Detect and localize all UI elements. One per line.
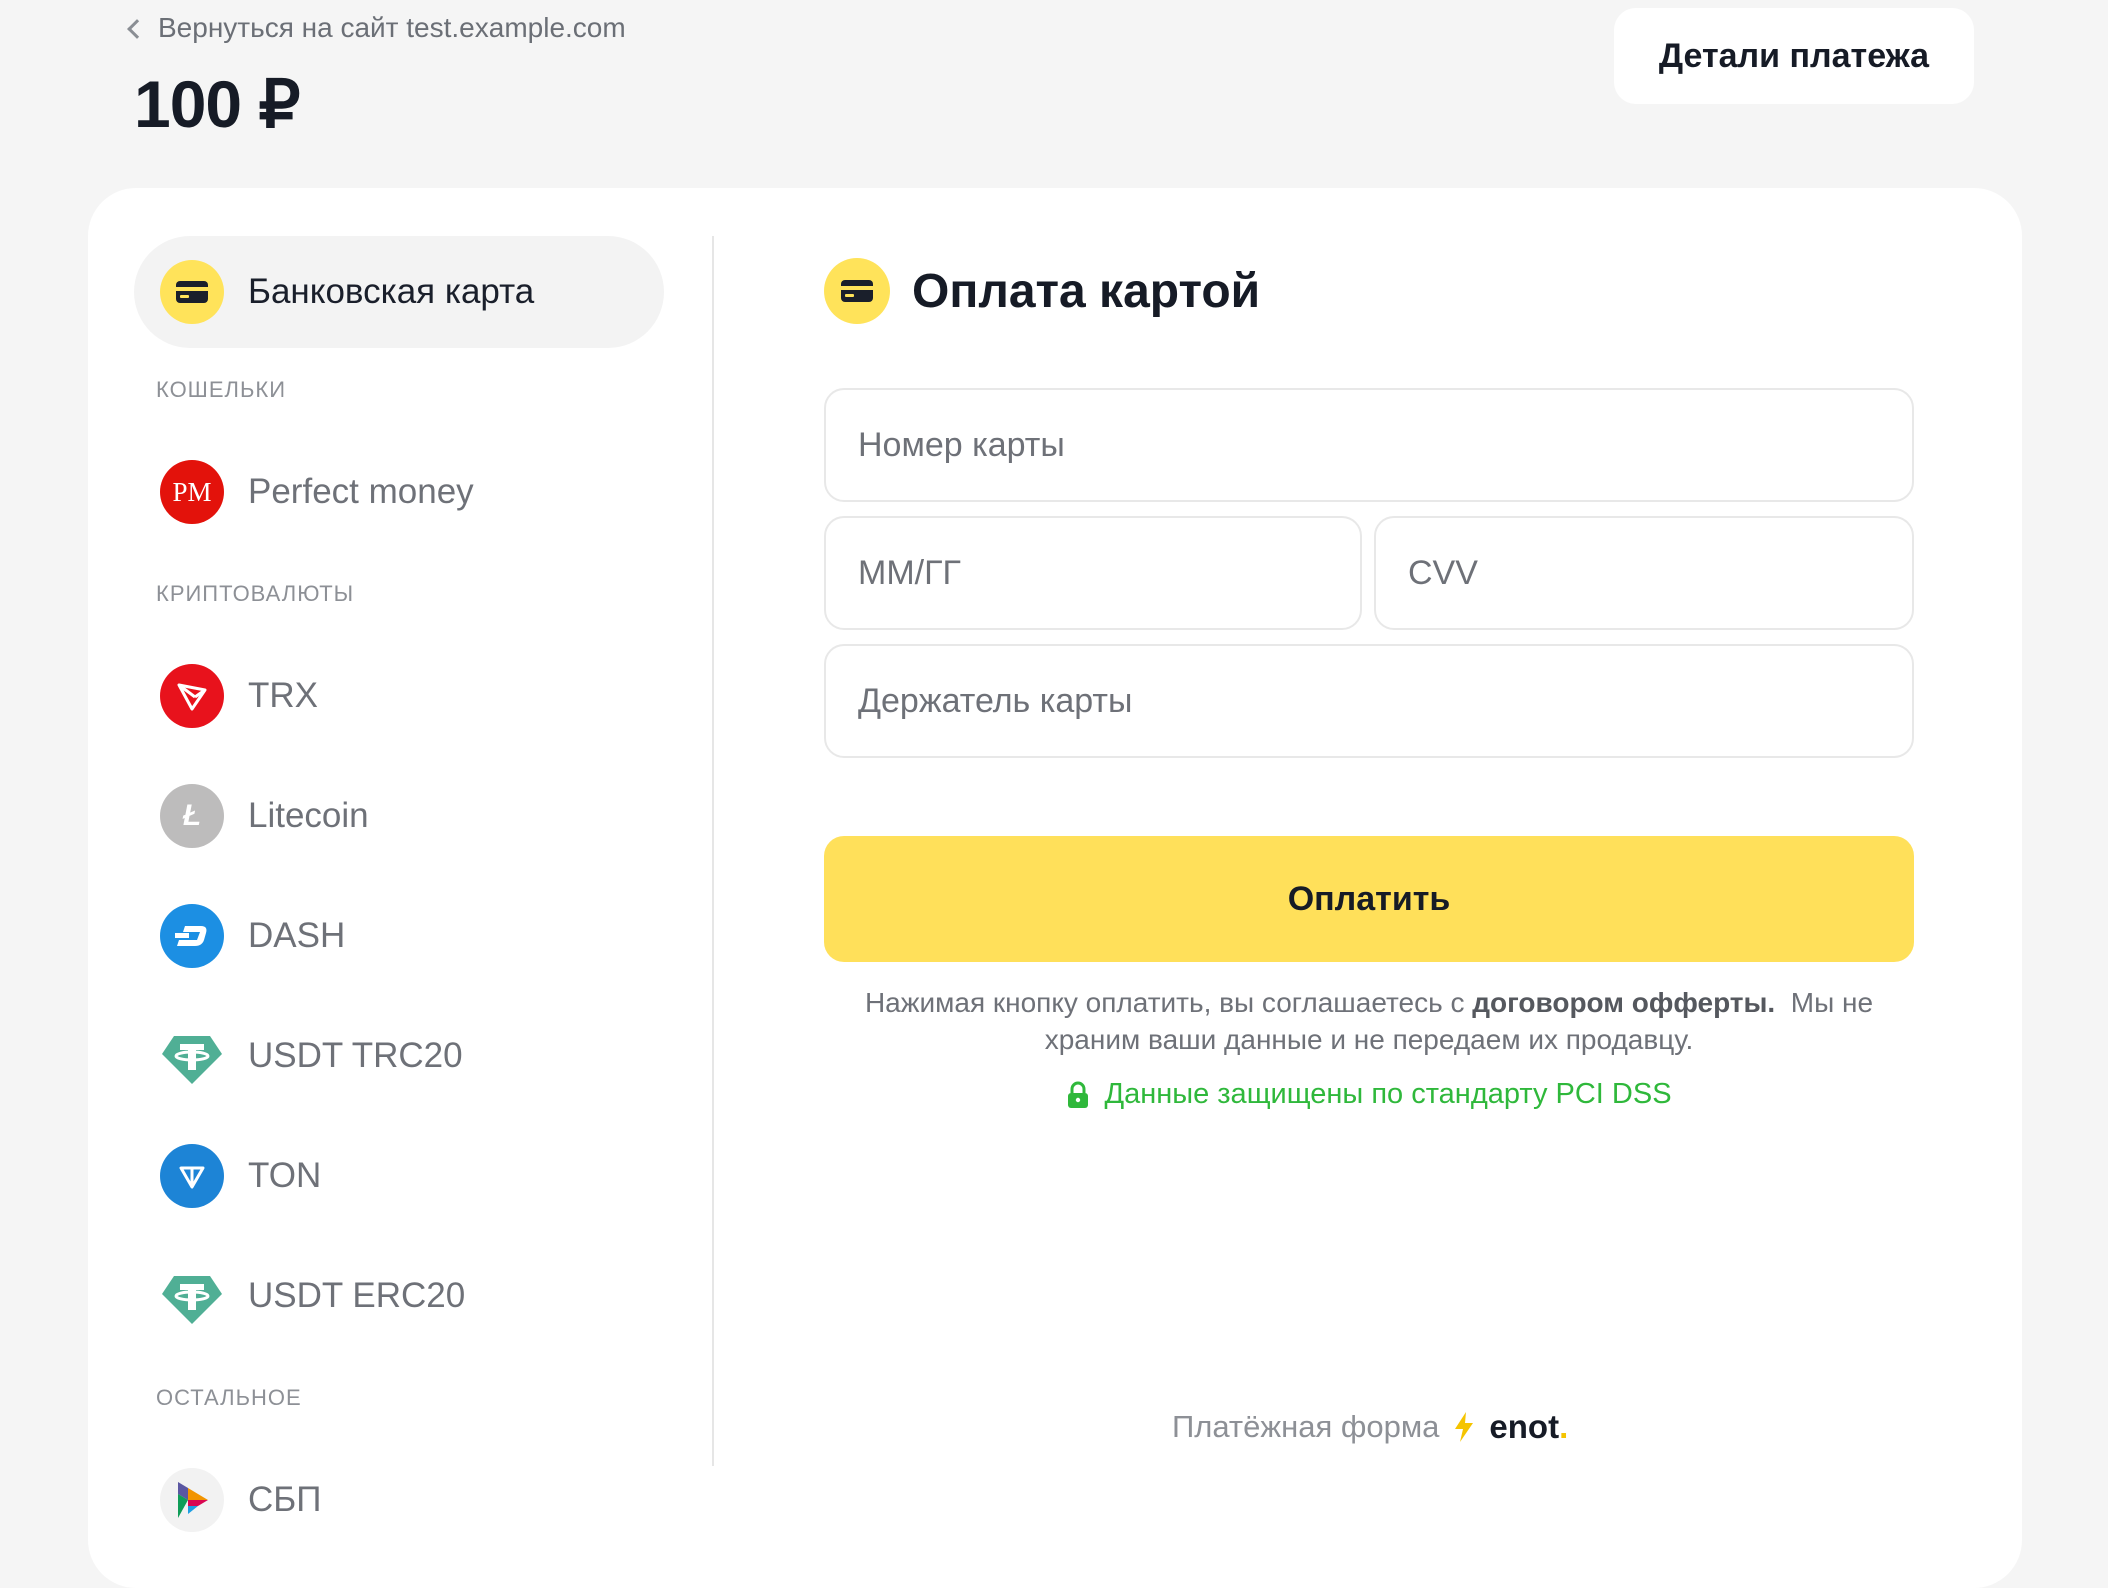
note-prefix: Нажимая кнопку оплатить, вы соглашаетесь… [864,987,1473,1018]
offer-link[interactable]: договором офферты. [1472,987,1775,1018]
lightning-icon [1455,1412,1474,1442]
method-perfect-money[interactable]: PM Perfect money [134,432,664,552]
cvv-input[interactable] [1374,516,1914,630]
method-bank-card[interactable]: Банковская карта [134,236,664,348]
payment-methods-sidebar: Банковская карта КОШЕЛЬКИ PM Perfect mon… [134,236,664,1560]
method-usdt-erc20[interactable]: USDT ERC20 [134,1236,664,1356]
footer-branding: Платёжная форма enot. [1172,1408,1568,1446]
offer-note: Нажимая кнопку оплатить, вы соглашаетесь… [824,984,1914,1058]
back-link-label: Вернуться на сайт test.example.com [158,12,626,43]
method-trx[interactable]: TRX [134,636,664,756]
lock-icon [1068,1081,1089,1108]
dash-icon [160,904,224,968]
brand-logo: enot. [1489,1408,1569,1445]
method-label: TRX [248,676,318,715]
back-to-site-link[interactable]: Вернуться на сайт test.example.com [127,12,626,44]
footer-label: Платёжная форма [1172,1409,1440,1444]
security-notice: Данные защищены по стандарту PCI DSS [824,1078,1914,1111]
payment-amount: 100 ₽ [134,67,300,141]
pay-button[interactable]: Оплатить [824,836,1914,962]
method-sbp[interactable]: СБП [134,1440,664,1560]
method-label: Банковская карта [248,272,535,311]
panel-divider [712,236,714,1466]
method-usdt-trc20[interactable]: USDT TRC20 [134,996,664,1116]
method-label: TON [248,1156,322,1195]
form-heading: Оплата картой [824,258,1260,324]
tether-icon [160,1264,224,1328]
method-label: DASH [248,916,346,955]
section-title-other: ОСТАЛЬНОЕ [156,1385,302,1410]
method-litecoin[interactable]: Ł Litecoin [134,756,664,876]
payment-details-button[interactable]: Детали платежа [1614,8,1974,104]
method-label: Litecoin [248,796,369,835]
expiry-input[interactable] [824,516,1362,630]
section-title-crypto: КРИПТОВАЛЮТЫ [156,581,355,606]
card-holder-input[interactable] [824,644,1914,758]
section-title-wallets: КОШЕЛЬКИ [156,377,287,402]
ton-icon [160,1144,224,1208]
chevron-left-icon [127,19,147,39]
sbp-icon [160,1468,224,1532]
method-dash[interactable]: DASH [134,876,664,996]
method-label: Perfect money [248,472,474,511]
form-title: Оплата картой [912,264,1261,318]
trx-icon [160,664,224,728]
security-text: Данные защищены по стандарту PCI DSS [1104,1078,1672,1110]
bank-card-icon [824,258,890,324]
tether-icon [160,1024,224,1088]
perfect-money-icon: PM [160,460,224,524]
bank-card-icon [160,260,224,324]
method-label: USDT TRC20 [248,1036,463,1075]
card-number-input[interactable] [824,388,1914,502]
method-label: USDT ERC20 [248,1276,466,1315]
litecoin-icon: Ł [160,784,224,848]
method-label: СБП [248,1480,322,1519]
method-ton[interactable]: TON [134,1116,664,1236]
